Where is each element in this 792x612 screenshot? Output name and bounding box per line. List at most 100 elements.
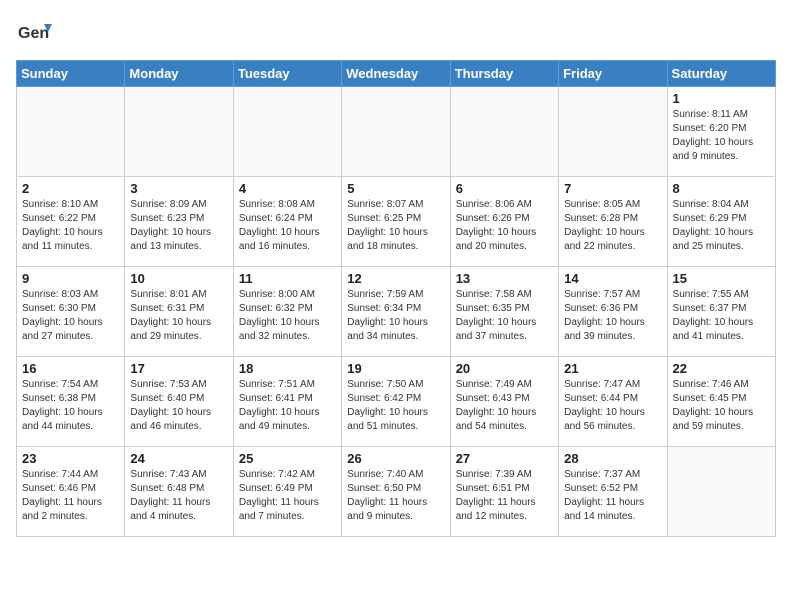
calendar-cell: 17 Sunrise: 7:53 AM Sunset: 6:40 PM Dayli… <box>125 357 233 447</box>
day-number: 6 <box>456 181 553 196</box>
svg-text:Gen: Gen <box>18 25 49 42</box>
calendar-week-4: 16 Sunrise: 7:54 AM Sunset: 6:38 PM Dayli… <box>17 357 776 447</box>
day-number: 12 <box>347 271 444 286</box>
day-info: Sunrise: 7:58 AM Sunset: 6:35 PM Dayligh… <box>456 288 553 344</box>
calendar-week-2: 2 Sunrise: 8:10 AM Sunset: 6:22 PM Daylig… <box>17 177 776 267</box>
day-number: 14 <box>564 271 661 286</box>
day-info: Sunrise: 7:42 AM Sunset: 6:49 PM Dayligh… <box>239 468 336 524</box>
calendar-cell: 18 Sunrise: 7:51 AM Sunset: 6:41 PM Dayli… <box>233 357 341 447</box>
weekday-header-monday: Monday <box>125 61 233 87</box>
day-info: Sunrise: 8:05 AM Sunset: 6:28 PM Dayligh… <box>564 198 661 254</box>
day-info: Sunrise: 7:51 AM Sunset: 6:41 PM Dayligh… <box>239 378 336 434</box>
day-number: 25 <box>239 451 336 466</box>
day-info: Sunrise: 8:04 AM Sunset: 6:29 PM Dayligh… <box>673 198 770 254</box>
day-info: Sunrise: 7:59 AM Sunset: 6:34 PM Dayligh… <box>347 288 444 344</box>
calendar-cell <box>342 87 450 177</box>
day-number: 9 <box>22 271 119 286</box>
day-number: 24 <box>130 451 227 466</box>
calendar-cell: 10 Sunrise: 8:01 AM Sunset: 6:31 PM Dayli… <box>125 267 233 357</box>
day-number: 26 <box>347 451 444 466</box>
day-info: Sunrise: 8:07 AM Sunset: 6:25 PM Dayligh… <box>347 198 444 254</box>
day-number: 4 <box>239 181 336 196</box>
calendar-week-1: 1 Sunrise: 8:11 AM Sunset: 6:20 PM Daylig… <box>17 87 776 177</box>
day-number: 21 <box>564 361 661 376</box>
day-number: 15 <box>673 271 770 286</box>
day-number: 7 <box>564 181 661 196</box>
day-info: Sunrise: 8:11 AM Sunset: 6:20 PM Dayligh… <box>673 108 770 164</box>
day-number: 2 <box>22 181 119 196</box>
calendar-cell: 23 Sunrise: 7:44 AM Sunset: 6:46 PM Dayli… <box>17 447 125 537</box>
calendar-cell <box>233 87 341 177</box>
calendar-cell: 21 Sunrise: 7:47 AM Sunset: 6:44 PM Dayli… <box>559 357 667 447</box>
day-info: Sunrise: 7:37 AM Sunset: 6:52 PM Dayligh… <box>564 468 661 524</box>
day-number: 20 <box>456 361 553 376</box>
calendar-cell: 24 Sunrise: 7:43 AM Sunset: 6:48 PM Dayli… <box>125 447 233 537</box>
logo-icon: Gen <box>16 16 52 52</box>
day-number: 8 <box>673 181 770 196</box>
day-info: Sunrise: 7:47 AM Sunset: 6:44 PM Dayligh… <box>564 378 661 434</box>
calendar-cell: 22 Sunrise: 7:46 AM Sunset: 6:45 PM Dayli… <box>667 357 775 447</box>
calendar-cell <box>450 87 558 177</box>
day-number: 3 <box>130 181 227 196</box>
day-info: Sunrise: 7:49 AM Sunset: 6:43 PM Dayligh… <box>456 378 553 434</box>
day-info: Sunrise: 8:00 AM Sunset: 6:32 PM Dayligh… <box>239 288 336 344</box>
day-number: 23 <box>22 451 119 466</box>
day-number: 10 <box>130 271 227 286</box>
day-number: 22 <box>673 361 770 376</box>
calendar-cell: 28 Sunrise: 7:37 AM Sunset: 6:52 PM Dayli… <box>559 447 667 537</box>
day-number: 1 <box>673 91 770 106</box>
day-info: Sunrise: 7:50 AM Sunset: 6:42 PM Dayligh… <box>347 378 444 434</box>
header: Gen <box>16 16 776 52</box>
calendar-cell: 12 Sunrise: 7:59 AM Sunset: 6:34 PM Dayli… <box>342 267 450 357</box>
day-info: Sunrise: 8:09 AM Sunset: 6:23 PM Dayligh… <box>130 198 227 254</box>
calendar-cell <box>667 447 775 537</box>
day-info: Sunrise: 7:43 AM Sunset: 6:48 PM Dayligh… <box>130 468 227 524</box>
calendar-cell: 11 Sunrise: 8:00 AM Sunset: 6:32 PM Dayli… <box>233 267 341 357</box>
day-number: 18 <box>239 361 336 376</box>
day-info: Sunrise: 7:57 AM Sunset: 6:36 PM Dayligh… <box>564 288 661 344</box>
day-info: Sunrise: 8:01 AM Sunset: 6:31 PM Dayligh… <box>130 288 227 344</box>
calendar-cell: 8 Sunrise: 8:04 AM Sunset: 6:29 PM Daylig… <box>667 177 775 267</box>
day-info: Sunrise: 8:06 AM Sunset: 6:26 PM Dayligh… <box>456 198 553 254</box>
weekday-header-tuesday: Tuesday <box>233 61 341 87</box>
weekday-header-thursday: Thursday <box>450 61 558 87</box>
day-info: Sunrise: 7:53 AM Sunset: 6:40 PM Dayligh… <box>130 378 227 434</box>
day-info: Sunrise: 7:55 AM Sunset: 6:37 PM Dayligh… <box>673 288 770 344</box>
calendar-cell <box>125 87 233 177</box>
day-info: Sunrise: 8:03 AM Sunset: 6:30 PM Dayligh… <box>22 288 119 344</box>
logo: Gen <box>16 16 56 52</box>
day-number: 27 <box>456 451 553 466</box>
calendar-week-5: 23 Sunrise: 7:44 AM Sunset: 6:46 PM Dayli… <box>17 447 776 537</box>
calendar-cell: 15 Sunrise: 7:55 AM Sunset: 6:37 PM Dayli… <box>667 267 775 357</box>
day-number: 16 <box>22 361 119 376</box>
day-info: Sunrise: 8:08 AM Sunset: 6:24 PM Dayligh… <box>239 198 336 254</box>
calendar-cell: 4 Sunrise: 8:08 AM Sunset: 6:24 PM Daylig… <box>233 177 341 267</box>
day-info: Sunrise: 7:40 AM Sunset: 6:50 PM Dayligh… <box>347 468 444 524</box>
calendar-cell: 5 Sunrise: 8:07 AM Sunset: 6:25 PM Daylig… <box>342 177 450 267</box>
day-number: 28 <box>564 451 661 466</box>
calendar-cell: 14 Sunrise: 7:57 AM Sunset: 6:36 PM Dayli… <box>559 267 667 357</box>
calendar-cell: 6 Sunrise: 8:06 AM Sunset: 6:26 PM Daylig… <box>450 177 558 267</box>
day-info: Sunrise: 8:10 AM Sunset: 6:22 PM Dayligh… <box>22 198 119 254</box>
weekday-header-saturday: Saturday <box>667 61 775 87</box>
day-info: Sunrise: 7:54 AM Sunset: 6:38 PM Dayligh… <box>22 378 119 434</box>
day-info: Sunrise: 7:44 AM Sunset: 6:46 PM Dayligh… <box>22 468 119 524</box>
day-number: 11 <box>239 271 336 286</box>
calendar-cell: 16 Sunrise: 7:54 AM Sunset: 6:38 PM Dayli… <box>17 357 125 447</box>
day-info: Sunrise: 7:39 AM Sunset: 6:51 PM Dayligh… <box>456 468 553 524</box>
calendar-cell: 9 Sunrise: 8:03 AM Sunset: 6:30 PM Daylig… <box>17 267 125 357</box>
calendar-cell: 1 Sunrise: 8:11 AM Sunset: 6:20 PM Daylig… <box>667 87 775 177</box>
day-number: 17 <box>130 361 227 376</box>
calendar-cell: 27 Sunrise: 7:39 AM Sunset: 6:51 PM Dayli… <box>450 447 558 537</box>
calendar-cell <box>559 87 667 177</box>
weekday-header-friday: Friday <box>559 61 667 87</box>
day-number: 5 <box>347 181 444 196</box>
calendar-table: SundayMondayTuesdayWednesdayThursdayFrid… <box>16 60 776 537</box>
day-number: 19 <box>347 361 444 376</box>
weekday-header-row: SundayMondayTuesdayWednesdayThursdayFrid… <box>17 61 776 87</box>
day-info: Sunrise: 7:46 AM Sunset: 6:45 PM Dayligh… <box>673 378 770 434</box>
calendar-cell: 13Sunrise: 7:58 AM Sunset: 6:35 PM Dayli… <box>450 267 558 357</box>
calendar-cell: 25 Sunrise: 7:42 AM Sunset: 6:49 PM Dayli… <box>233 447 341 537</box>
calendar-week-3: 9 Sunrise: 8:03 AM Sunset: 6:30 PM Daylig… <box>17 267 776 357</box>
weekday-header-wednesday: Wednesday <box>342 61 450 87</box>
